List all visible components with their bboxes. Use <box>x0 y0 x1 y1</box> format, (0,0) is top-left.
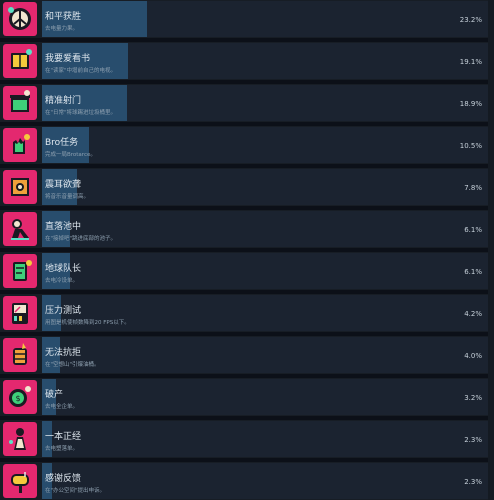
achievement-description: 在"读家"中增前自己的电视。 <box>45 68 117 74</box>
achievement-row[interactable]: 一本正经 去电塑落单。 2.3% <box>0 420 494 458</box>
earth-can-icon <box>3 254 37 288</box>
achievement-title: 无法抗拒 <box>45 348 82 358</box>
achievement-row[interactable]: 感谢反馈 在"办公空间"提出申诉。 2.3% <box>0 462 494 500</box>
achievement-percent: 4.0% <box>464 352 482 360</box>
achievement-title: 我要爱看书 <box>45 54 91 64</box>
achievement-title: 精准射门 <box>45 96 82 106</box>
achievement-row[interactable]: 压力测试 用图是机使帧数降到20 FPS以下。 4.2% <box>0 294 494 332</box>
achievement-percent: 3.2% <box>464 394 482 402</box>
achievement-percent: 10.5% <box>459 142 482 150</box>
peace-badge-icon <box>3 2 37 36</box>
figure-icon <box>3 422 37 456</box>
achievement-percent: 2.3% <box>464 436 482 444</box>
achievement-title: 破产 <box>45 390 64 400</box>
achievement-description: 将音乐音量调高。 <box>45 194 90 200</box>
achievement-row[interactable]: 无法抗拒 在"空想山"引爆油桶。 4.0% <box>0 336 494 374</box>
speaker-icon <box>3 170 37 204</box>
achievement-description: 用图是机使帧数降到20 FPS以下。 <box>45 320 130 326</box>
scrollbar-track[interactable] <box>488 0 494 500</box>
svg-text:$: $ <box>15 394 20 403</box>
achievement-percent: 7.8% <box>464 184 482 192</box>
achievement-panel: 无法抗拒 在"空想山"引爆油桶。 4.0% <box>42 337 494 373</box>
achievement-percent: 4.2% <box>464 310 482 318</box>
achievement-description: 去电全企单。 <box>45 404 79 410</box>
achievement-description: 在"办公空间"提出申诉。 <box>45 488 106 494</box>
meter-icon <box>3 296 37 330</box>
hand-sign-icon <box>3 128 37 162</box>
achievement-description: 在"日常"将球踢进垃圾桶里。 <box>45 110 117 116</box>
barrel-icon <box>3 338 37 372</box>
achievement-list: 和平获胜 去电量力果。 23.2% 我要爱看书 在"读家"中增前自己的电视。 1… <box>0 0 494 500</box>
achievement-panel: 震耳欲聋 将音乐音量调高。 7.8% <box>42 169 494 205</box>
achievement-percent: 18.9% <box>459 100 482 108</box>
achievement-percent: 6.1% <box>464 268 482 276</box>
achievement-row[interactable]: $ 破产 去电全企单。 3.2% <box>0 378 494 416</box>
achievement-row[interactable]: 直落池中 在"接掉吧"跳进底部的池子。 6.1% <box>0 210 494 248</box>
achievement-percent: 19.1% <box>459 58 482 66</box>
achievement-title: 和平获胜 <box>45 12 82 22</box>
achievement-panel: 感谢反馈 在"办公空间"提出申诉。 2.3% <box>42 463 494 499</box>
achievement-description: 完成一局Brotarce。 <box>45 152 96 158</box>
achievement-row[interactable]: 和平获胜 去电量力果。 23.2% <box>0 0 494 38</box>
achievement-title: 压力测试 <box>45 306 82 316</box>
achievement-row[interactable]: Bro任务 完成一局Brotarce。 10.5% <box>0 126 494 164</box>
achievement-panel: 我要爱看书 在"读家"中增前自己的电视。 19.1% <box>42 43 494 79</box>
achievement-description: 去电量力果。 <box>45 26 79 32</box>
achievement-panel: 破产 去电全企单。 3.2% <box>42 379 494 415</box>
achievement-description: 去电塑落单。 <box>45 446 79 452</box>
achievement-panel: 直落池中 在"接掉吧"跳进底部的池子。 6.1% <box>42 211 494 247</box>
achievement-description: 在"空想山"引爆油桶。 <box>45 362 100 368</box>
achievement-row[interactable]: 我要爱看书 在"读家"中增前自己的电视。 19.1% <box>0 42 494 80</box>
achievement-title: 震耳欲聋 <box>45 180 82 190</box>
achievement-panel: Bro任务 完成一局Brotarce。 10.5% <box>42 127 494 163</box>
achievement-panel: 压力测试 用图是机使帧数降到20 FPS以下。 4.2% <box>42 295 494 331</box>
achievement-description: 在"接掉吧"跳进底部的池子。 <box>45 236 117 242</box>
achievement-percent: 2.3% <box>464 478 482 486</box>
achievement-title: 直落池中 <box>45 222 82 232</box>
achievement-title: 地球队长 <box>45 264 82 274</box>
achievement-row[interactable]: 精准射门 在"日常"将球踢进垃圾桶里。 18.9% <box>0 84 494 122</box>
achievement-panel: 和平获胜 去电量力果。 23.2% <box>42 1 494 37</box>
achievement-title: 感谢反馈 <box>45 474 82 484</box>
achievement-panel: 一本正经 去电塑落单。 2.3% <box>42 421 494 457</box>
money-icon: $ <box>3 380 37 414</box>
achievement-percent: 23.2% <box>459 16 482 24</box>
diver-icon <box>3 212 37 246</box>
achievement-percent: 6.1% <box>464 226 482 234</box>
achievement-panel: 地球队长 去电冷设单。 6.1% <box>42 253 494 289</box>
achievement-description: 去电冷设单。 <box>45 278 79 284</box>
mailbox-icon <box>3 464 37 498</box>
achievement-row[interactable]: 震耳欲聋 将音乐音量调高。 7.8% <box>0 168 494 206</box>
book-icon <box>3 44 37 78</box>
achievement-title: Bro任务 <box>45 138 79 148</box>
achievement-title: 一本正经 <box>45 432 82 442</box>
achievement-row[interactable]: 地球队长 去电冷设单。 6.1% <box>0 252 494 290</box>
trash-can-icon <box>3 86 37 120</box>
achievement-panel: 精准射门 在"日常"将球踢进垃圾桶里。 18.9% <box>42 85 494 121</box>
